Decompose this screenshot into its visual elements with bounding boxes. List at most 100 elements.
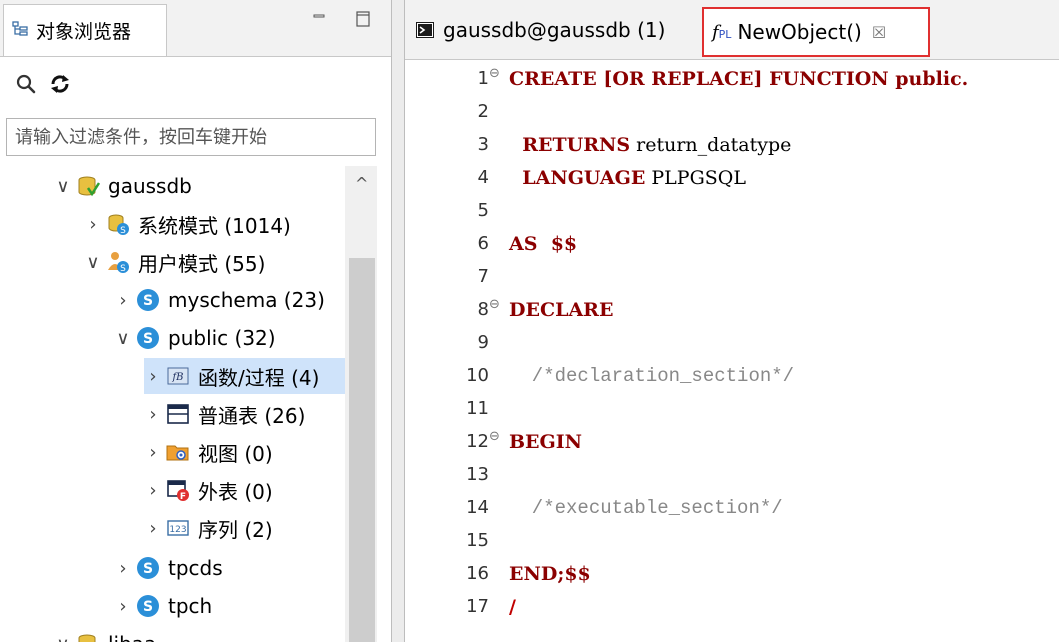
svg-text:S: S xyxy=(143,561,153,577)
tree-node-gaussdb[interactable]: ∨ gaussdb xyxy=(54,168,192,204)
tree-node-label: public (32) xyxy=(168,326,276,350)
tree-node-functions[interactable]: › fB 函数/过程 (4) xyxy=(144,358,345,394)
function-folder-icon: fB xyxy=(167,367,189,385)
close-icon[interactable]: ☒ xyxy=(872,23,886,42)
svg-text:fB: fB xyxy=(171,372,183,383)
code-line: 1 ⊖ CREATE [OR REPLACE] FUNCTION public. xyxy=(405,66,1059,100)
fold-icon[interactable]: ⊖ xyxy=(489,429,500,444)
tree-node-public[interactable]: ∨ S public (32) xyxy=(114,320,276,356)
tree-node-tpcds[interactable]: › S tpcds xyxy=(114,550,222,586)
line-number: 17 xyxy=(466,596,489,617)
code-text: AS $$ xyxy=(509,233,578,255)
object-browser-tab-label: 对象浏览器 xyxy=(36,21,132,43)
editor-panel: gaussdb@gaussdb (1) fPL NewObject() ☒ 1 … xyxy=(405,0,1059,642)
tree-node-label: 系统模式 (1014) xyxy=(138,213,291,238)
line-number: 11 xyxy=(466,398,489,419)
database-icon xyxy=(78,176,100,197)
schema-icon: S xyxy=(137,557,159,579)
chevron-right-icon[interactable]: › xyxy=(144,442,162,463)
code-text: LANGUAGE PLPGSQL xyxy=(509,167,746,189)
scroll-up-icon[interactable]: ^ xyxy=(355,174,368,193)
chevron-right-icon[interactable]: › xyxy=(114,290,132,311)
line-number: 8 xyxy=(477,299,489,320)
tree-node-label: libaa xyxy=(108,632,156,642)
line-number: 3 xyxy=(477,134,489,155)
chevron-right-icon[interactable]: › xyxy=(144,480,162,501)
tree-node-label: 视图 (0) xyxy=(198,441,273,466)
table-icon xyxy=(167,404,189,424)
code-line: 3 RETURNS return_datatype xyxy=(405,134,1059,166)
line-number: 14 xyxy=(466,497,489,518)
code-line: 5 xyxy=(405,200,1059,232)
chevron-down-icon[interactable]: ∨ xyxy=(114,328,132,349)
chevron-right-icon[interactable]: › xyxy=(114,558,132,579)
view-folder-icon xyxy=(166,445,189,461)
svg-text:S: S xyxy=(120,226,126,236)
chevron-down-icon[interactable]: ∨ xyxy=(84,252,102,273)
code-text: /*executable_section*/ xyxy=(509,497,783,519)
sequence-icon: 123 xyxy=(167,520,189,536)
editor-tab-bar: gaussdb@gaussdb (1) fPL NewObject() ☒ xyxy=(405,0,1059,60)
svg-text:123: 123 xyxy=(169,525,186,535)
tree-node-label: 普通表 (26) xyxy=(198,403,306,428)
tree-node-system-schema[interactable]: › S 系统模式 (1014) xyxy=(84,206,291,242)
line-number: 4 xyxy=(477,167,489,188)
svg-text:S: S xyxy=(143,599,153,615)
tree-node-label: 函数/过程 (4) xyxy=(198,365,320,390)
code-text: / xyxy=(509,596,516,618)
tree-node-foreign-tables[interactable]: › F 外表 (0) xyxy=(144,472,273,508)
svg-text:F: F xyxy=(180,492,186,502)
fold-icon[interactable]: ⊖ xyxy=(489,297,500,312)
code-text: RETURNS return_datatype xyxy=(509,134,792,156)
chevron-right-icon[interactable]: › xyxy=(84,214,102,235)
code-line: 16 END;$$ xyxy=(405,563,1059,595)
code-line: 17 / xyxy=(405,596,1059,628)
chevron-right-icon[interactable]: › xyxy=(144,518,162,539)
tree-node-tables[interactable]: › 普通表 (26) xyxy=(144,396,305,432)
panel-splitter[interactable] xyxy=(391,0,405,642)
tab-label: NewObject() xyxy=(737,20,862,44)
tab-gaussdb-terminal[interactable]: gaussdb@gaussdb (1) xyxy=(405,10,665,50)
object-browser-tab[interactable]: 对象浏览器 xyxy=(3,4,167,56)
chevron-right-icon[interactable]: › xyxy=(114,596,132,617)
tree-node-views[interactable]: › 视图 (0) xyxy=(144,434,273,470)
filter-input[interactable] xyxy=(6,118,376,156)
tab-label: gaussdb@gaussdb (1) xyxy=(443,18,666,42)
code-text: CREATE [OR REPLACE] FUNCTION public. xyxy=(509,68,969,90)
fold-icon[interactable]: ⊖ xyxy=(489,66,500,81)
line-number: 15 xyxy=(466,530,489,551)
line-number: 6 xyxy=(477,233,489,254)
svg-text:S: S xyxy=(120,264,126,274)
tree-node-label: myschema (23) xyxy=(168,288,325,312)
code-text: /*declaration_section*/ xyxy=(509,365,795,387)
svg-text:S: S xyxy=(143,331,153,347)
tree-node-sequences[interactable]: › 123 序列 (2) xyxy=(144,510,272,546)
tree-node-label: gaussdb xyxy=(108,174,192,198)
line-number: 9 xyxy=(477,332,489,353)
line-number: 7 xyxy=(477,266,489,287)
search-icon[interactable] xyxy=(14,72,38,96)
code-line: 6 AS $$ xyxy=(405,233,1059,265)
plsql-function-icon: fPL xyxy=(712,21,732,43)
code-line: 10 /*declaration_section*/ xyxy=(405,365,1059,397)
tab-new-object[interactable]: fPL NewObject() ☒ xyxy=(702,7,930,57)
system-schema-icon: S xyxy=(108,214,129,236)
refresh-icon[interactable] xyxy=(48,72,72,96)
tree-node-myschema[interactable]: › S myschema (23) xyxy=(114,282,325,318)
chevron-down-icon[interactable]: ∨ xyxy=(54,634,72,642)
scrollbar-thumb[interactable] xyxy=(349,258,375,642)
chevron-right-icon[interactable]: › xyxy=(144,366,162,387)
code-line: 2 xyxy=(405,101,1059,133)
tree-node-tpch[interactable]: › S tpch xyxy=(114,588,212,624)
schema-icon: S xyxy=(137,595,159,617)
code-editor[interactable]: 1 ⊖ CREATE [OR REPLACE] FUNCTION public.… xyxy=(405,60,1059,642)
tree-node-libaa[interactable]: ∨ libaa xyxy=(54,626,156,642)
tree-node-label: 外表 (0) xyxy=(198,479,273,504)
chevron-right-icon[interactable]: › xyxy=(144,404,162,425)
maximize-icon[interactable] xyxy=(354,10,372,28)
minimize-icon[interactable] xyxy=(310,10,328,28)
chevron-down-icon[interactable]: ∨ xyxy=(54,176,72,197)
line-number: 5 xyxy=(477,200,489,221)
tree-view-icon xyxy=(12,21,28,36)
tree-node-user-schema[interactable]: ∨ S 用户模式 (55) xyxy=(84,244,265,280)
